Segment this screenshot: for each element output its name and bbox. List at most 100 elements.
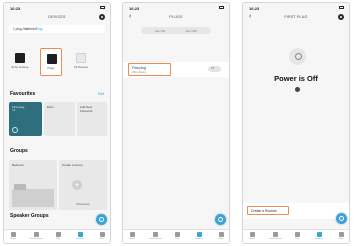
favourites-row: First plug Off Echo Add New Favourite (9, 102, 107, 136)
groups-row: Bedroom Create a Group + New Group (9, 160, 107, 210)
favourite-first-plug[interactable]: First plug Off (9, 102, 42, 136)
favourite-echo[interactable]: Echo (44, 102, 75, 136)
power-status: Power is Off (274, 74, 318, 83)
echo-icon (15, 53, 25, 63)
page-title: FIRST PLUG (284, 15, 308, 19)
small-settings-icon[interactable] (295, 87, 300, 92)
all-off-button[interactable]: ALL OFF (186, 29, 197, 33)
tab-bar: Home Communicate Play Devices More (123, 229, 229, 243)
chat-icon (272, 232, 278, 237)
devices-icon (316, 232, 322, 237)
device-type-label: Echo & Alexa (11, 65, 29, 69)
device-type-label: All Devices (74, 65, 88, 69)
device-type-label: Plugs (47, 66, 55, 70)
tab-label: Devices (76, 238, 84, 240)
groups-heading: Groups (10, 148, 28, 154)
menu-icon (338, 232, 344, 237)
status-bar: 16:23 (249, 6, 344, 12)
edit-link[interactable]: Edit (98, 92, 104, 96)
routine-bar: Create a Routine (243, 203, 349, 219)
alexa-button-icon[interactable] (336, 213, 347, 224)
create-routine-button[interactable]: Create a Routine (247, 206, 289, 215)
tab-home[interactable]: Home (245, 232, 259, 240)
tab-label: More (338, 238, 344, 240)
routine-label: Create a Routine (251, 209, 277, 213)
tab-label: More (99, 238, 105, 240)
screen-header: ‹ FIRST PLUG (243, 13, 349, 22)
chat-icon (33, 232, 39, 237)
tab-label: Communicate (268, 238, 282, 240)
tab-devices[interactable]: Devices (73, 232, 87, 240)
tab-home[interactable]: Home (125, 232, 139, 240)
tab-label: Play (55, 238, 61, 240)
location-label: 1 plug Hatterned (13, 27, 37, 31)
favourites-heading: Favourites (10, 91, 36, 97)
page-title: PLUGS (169, 15, 183, 19)
device-type-echo[interactable]: Echo & Alexa (9, 48, 31, 76)
alexa-button-icon[interactable] (215, 214, 226, 225)
play-icon (55, 232, 61, 237)
plug-highlight: First plug Office Device (128, 63, 171, 76)
location-value[interactable]: Plug (36, 27, 42, 31)
list-icon (76, 53, 86, 63)
bedroom-image (12, 184, 54, 207)
power-icon[interactable] (12, 127, 18, 133)
devices-icon (77, 232, 83, 237)
status-bar: 16:23 (10, 6, 105, 12)
card-title: Bedroom (12, 163, 25, 167)
tab-home[interactable]: Home (6, 232, 20, 240)
tab-label: Communicate (29, 238, 43, 240)
all-on-button[interactable]: ALL ON (155, 29, 165, 33)
plug-name[interactable]: First plug (132, 66, 146, 70)
tab-more[interactable]: More (214, 232, 228, 240)
play-icon (294, 232, 300, 237)
plug-icon (47, 54, 57, 64)
tab-play[interactable]: Play (51, 232, 65, 240)
play-icon (174, 232, 180, 237)
home-icon (249, 232, 255, 237)
alexa-button-icon[interactable] (96, 214, 107, 225)
tab-play[interactable]: Play (290, 232, 304, 240)
screen-header: ‹ PLUGS (123, 13, 229, 22)
devices-screen: 16:23 DEVICES 1 plug Hatterned Plug Echo… (3, 2, 111, 244)
card-title: Create a Group (62, 163, 83, 167)
tab-communicate[interactable]: Communicate (268, 232, 282, 240)
plug-list-item[interactable]: First plug Office Device Off (123, 62, 229, 77)
device-type-all[interactable]: All Devices (70, 48, 92, 76)
tab-label: Communicate (148, 238, 162, 240)
battery-icon (219, 6, 224, 9)
group-bedroom[interactable]: Bedroom (9, 160, 57, 210)
tab-play[interactable]: Play (170, 232, 184, 240)
tab-bar: Home Communicate Play Devices More (243, 229, 349, 243)
plug-detail-screen: 16:23 ‹ FIRST PLUG Power is Off Create a… (242, 2, 350, 244)
card-subtitle: Off (12, 109, 16, 112)
tab-label: Devices (195, 238, 203, 240)
power-toggle[interactable]: Off (208, 66, 221, 72)
tab-communicate[interactable]: Communicate (29, 232, 43, 240)
settings-gear-icon[interactable] (99, 14, 105, 20)
device-type-plugs[interactable]: Plugs (40, 48, 62, 76)
tab-label: Home (249, 238, 255, 240)
settings-gear-icon[interactable] (338, 14, 344, 20)
battery-icon (339, 6, 344, 9)
tab-communicate[interactable]: Communicate (148, 232, 162, 240)
devices-icon (196, 232, 202, 237)
status-time: 16:23 (129, 6, 140, 11)
tab-devices[interactable]: Devices (312, 232, 326, 240)
tab-more[interactable]: More (334, 232, 348, 240)
status-bar: 16:23 (129, 6, 224, 12)
location-bar[interactable]: 1 plug Hatterned Plug (9, 25, 105, 33)
card-title: Echo (47, 105, 54, 109)
power-button-icon[interactable] (289, 48, 306, 65)
tab-bar: Home Communicate Play Devices More (4, 229, 110, 243)
page-title: DEVICES (48, 15, 66, 19)
tab-more[interactable]: More (95, 232, 109, 240)
add-favourite-card[interactable]: Add New Favourite (77, 102, 107, 136)
home-icon (129, 232, 135, 237)
plus-icon: + (72, 180, 82, 190)
tab-devices[interactable]: Devices (192, 232, 206, 240)
create-group-card[interactable]: Create a Group + New Group (59, 160, 107, 210)
plugs-screen: 16:23 ‹ PLUGS ALL ON ALL OFF First plug … (122, 2, 230, 244)
status-time: 16:23 (10, 6, 21, 11)
menu-icon (99, 232, 105, 237)
